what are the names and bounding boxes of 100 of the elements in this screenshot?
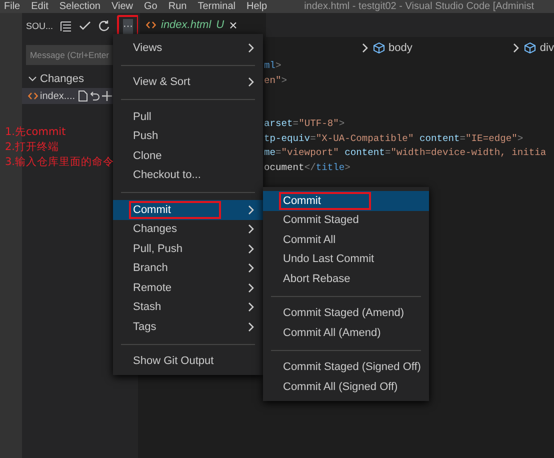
code-icon xyxy=(146,20,156,30)
item-label: Commit All (Signed Off) xyxy=(282,380,399,395)
code-token: tp-equiv xyxy=(264,132,310,146)
code-token: ocument xyxy=(264,160,304,174)
item-label: Clone xyxy=(132,148,163,164)
item-label: Show Git Output xyxy=(132,354,215,370)
code-token: content xyxy=(344,146,385,160)
plus-icon[interactable] xyxy=(102,91,112,101)
code-token: > xyxy=(344,160,350,174)
annotation-text: 3.输入仓库里面的命令 xyxy=(5,155,114,170)
code-token: "IE=edge" xyxy=(466,132,518,146)
chevron-down-icon xyxy=(28,74,37,83)
menu-bar-item[interactable]: Help xyxy=(246,0,268,12)
code-token: > xyxy=(276,59,282,73)
code-token: = xyxy=(310,132,316,146)
undo-icon[interactable] xyxy=(90,90,100,102)
menu-item[interactable]: Push xyxy=(113,126,263,146)
menu-item[interactable]: Commit xyxy=(113,200,263,220)
menu-bar-item[interactable]: Terminal xyxy=(198,0,236,12)
tab-title: index.html xyxy=(161,19,212,31)
item-label: Checkout to... xyxy=(132,168,202,184)
breadcrumb-item[interactable]: div xyxy=(540,42,554,54)
code-icon xyxy=(28,91,38,101)
check-icon[interactable] xyxy=(79,20,92,32)
item-label: Remote xyxy=(132,280,173,296)
chevron-right-icon xyxy=(362,43,369,53)
item-label: Commit Staged (Amend) xyxy=(282,306,406,322)
menu-item[interactable]: Abort Rebase xyxy=(263,269,429,288)
cube-icon xyxy=(524,42,536,54)
code-token: </ xyxy=(304,160,316,174)
item-label: Tags xyxy=(132,320,158,335)
code-token: = xyxy=(384,146,391,160)
menu-item[interactable]: Changes xyxy=(113,220,263,239)
status-letter: U xyxy=(216,19,224,31)
refresh-icon[interactable] xyxy=(98,20,110,32)
menu-item[interactable]: Commit Staged xyxy=(263,210,429,230)
menu-bar-item[interactable]: File xyxy=(4,0,20,12)
menu-item[interactable]: Commit Staged (Amend) xyxy=(263,304,429,323)
code-token: > xyxy=(281,74,288,88)
code-token: "X-UA-Compatible" xyxy=(316,132,415,146)
item-label: Commit Staged xyxy=(282,213,360,228)
menu-item[interactable]: Remote xyxy=(113,278,263,298)
code-token: "width=device-width, initia xyxy=(390,146,546,160)
item-label: Changes xyxy=(132,222,178,238)
menu-bar-item[interactable]: Run xyxy=(168,0,187,12)
code-token: > xyxy=(517,132,524,146)
menu-bar-item[interactable]: Selection xyxy=(59,0,100,12)
menu-item[interactable]: Checkout to... xyxy=(113,166,263,185)
close-icon[interactable]: × xyxy=(229,17,238,33)
code-token: > xyxy=(338,117,345,131)
menu-item[interactable]: Stash xyxy=(113,298,263,317)
group-label: Changes xyxy=(40,72,84,84)
code-token: en" xyxy=(264,74,282,88)
file-icon[interactable] xyxy=(77,90,88,102)
code-token: me xyxy=(264,146,276,160)
menu-bar-item[interactable]: Edit xyxy=(31,0,48,12)
item-label: Commit All (Amend) xyxy=(282,326,382,341)
menu-item[interactable]: Commit xyxy=(263,191,429,210)
code-token: title xyxy=(316,160,345,174)
menu-item[interactable]: Undo Last Commit xyxy=(263,250,429,269)
panel-title: SOU... xyxy=(26,21,54,31)
annotation-text: 1.先commit xyxy=(5,125,67,140)
item-label: Stash xyxy=(132,300,162,316)
cube-icon xyxy=(372,42,385,54)
menu-item[interactable]: Branch xyxy=(113,258,263,278)
menu-bar-item[interactable]: View xyxy=(112,0,133,12)
menu-item[interactable]: Pull, Push xyxy=(113,239,263,258)
breadcrumb-item[interactable]: body xyxy=(388,42,412,54)
item-label: Pull, Push xyxy=(132,242,184,257)
code-token: arset xyxy=(264,117,293,131)
code-token: = xyxy=(460,132,466,146)
item-label: Commit xyxy=(279,192,371,210)
code-token: content xyxy=(419,132,460,146)
menu-item[interactable]: Commit All xyxy=(263,230,429,250)
menu-item[interactable]: Show Git Output xyxy=(113,352,263,371)
item-label: Undo Last Commit xyxy=(282,252,376,268)
menu-item[interactable]: Pull xyxy=(113,107,263,126)
annotation-text: 2.打开终端 xyxy=(5,140,60,155)
item-label: Pull xyxy=(132,110,152,125)
menu-item[interactable]: Commit Staged (Signed Off) xyxy=(263,358,429,377)
code-token: "viewport" xyxy=(281,146,340,160)
code-token: ml xyxy=(264,59,276,73)
code-token: = xyxy=(292,117,299,131)
item-label: Commit Staged (Signed Off) xyxy=(282,360,421,376)
item-label: View & Sort xyxy=(132,75,192,90)
item-label: Abort Rebase xyxy=(282,272,352,287)
list-icon[interactable] xyxy=(60,20,72,32)
item-label: Push xyxy=(132,129,160,144)
menu-bar-item[interactable]: Go xyxy=(144,0,158,12)
window-title: index.html - testgit02 - Visual Studio Code [Administ xyxy=(304,0,534,12)
menu-item[interactable]: Clone xyxy=(113,146,263,166)
chevron-right-icon xyxy=(512,43,520,53)
item-label: Branch xyxy=(132,261,169,276)
code-token: = xyxy=(276,146,282,160)
menu-item[interactable]: Commit All (Amend) xyxy=(263,323,429,342)
item-label: Commit xyxy=(129,200,221,219)
menu-item[interactable]: Tags xyxy=(113,317,263,336)
menu-item[interactable]: Commit All (Signed Off) xyxy=(263,377,429,396)
file-name: index.... xyxy=(40,90,76,102)
item-label: Commit All xyxy=(282,232,337,248)
